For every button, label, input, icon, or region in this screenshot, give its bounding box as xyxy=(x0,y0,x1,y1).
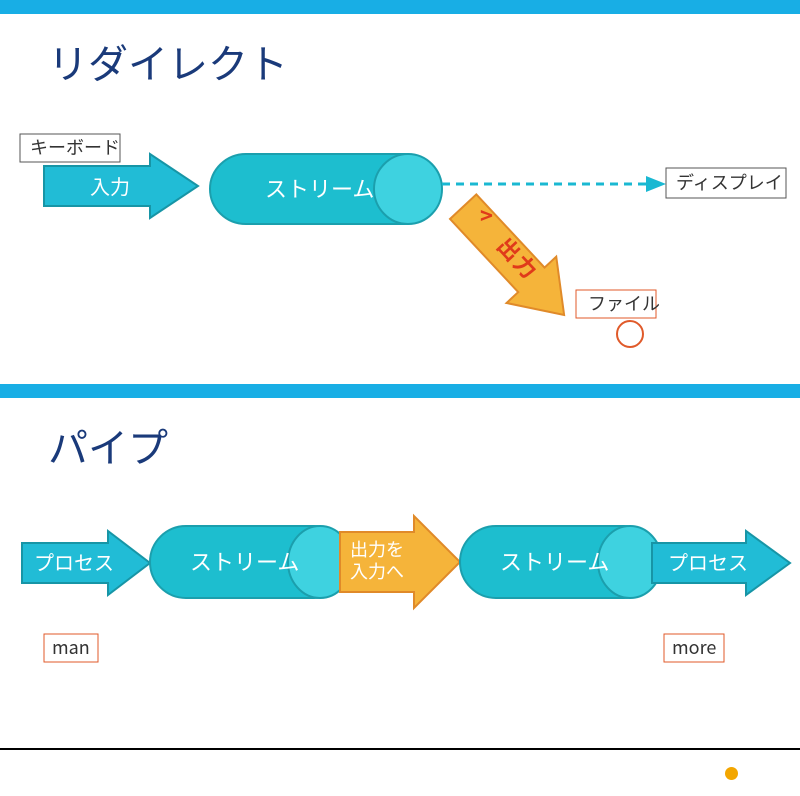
redirect-diagram: キーボード 入力 ストリーム ディスプレイ > 出力 ファイル xyxy=(0,14,800,384)
process-right-text: プロセス xyxy=(668,547,748,576)
display-text: ディスプレイ xyxy=(676,169,783,195)
file-text: ファイル xyxy=(588,290,660,316)
process-left-arrow: プロセス xyxy=(22,531,150,595)
pipe-arrow-line2: 入力へ xyxy=(350,558,404,584)
slide-redirect: リダイレクト キーボード 入力 ストリーム ディスプレイ > 出力 ファイル xyxy=(0,0,800,384)
slide-pipe: パイプ プロセス ストリーム 出力を 入力へ ストリーム プロセス xyxy=(0,384,800,750)
cmd-left-text: man xyxy=(52,634,90,660)
input-arrow: 入力 xyxy=(44,154,198,218)
cmd-right-text: more xyxy=(672,634,716,660)
dashed-arrow-head xyxy=(646,176,666,192)
pipe-diagram: プロセス ストリーム 出力を 入力へ ストリーム プロセス man xyxy=(0,398,800,748)
footer-area xyxy=(0,750,800,796)
redirect-symbol: > xyxy=(480,199,493,231)
page-indicator-dot xyxy=(725,767,738,780)
stream-pill: ストリーム xyxy=(210,154,442,224)
stream-text: ストリーム xyxy=(265,172,374,204)
stream-right-text: ストリーム xyxy=(500,545,609,577)
stream-right-pill: ストリーム xyxy=(460,526,662,598)
process-right-arrow: プロセス xyxy=(652,531,790,595)
input-arrow-text: 入力 xyxy=(90,171,130,200)
file-circle-icon xyxy=(617,321,643,347)
keyboard-text: キーボード xyxy=(30,134,120,160)
stream-left-pill: ストリーム xyxy=(150,526,352,598)
stream-left-text: ストリーム xyxy=(190,545,299,577)
pipe-arrow: 出力を 入力へ xyxy=(340,516,460,608)
process-left-text: プロセス xyxy=(34,547,114,576)
